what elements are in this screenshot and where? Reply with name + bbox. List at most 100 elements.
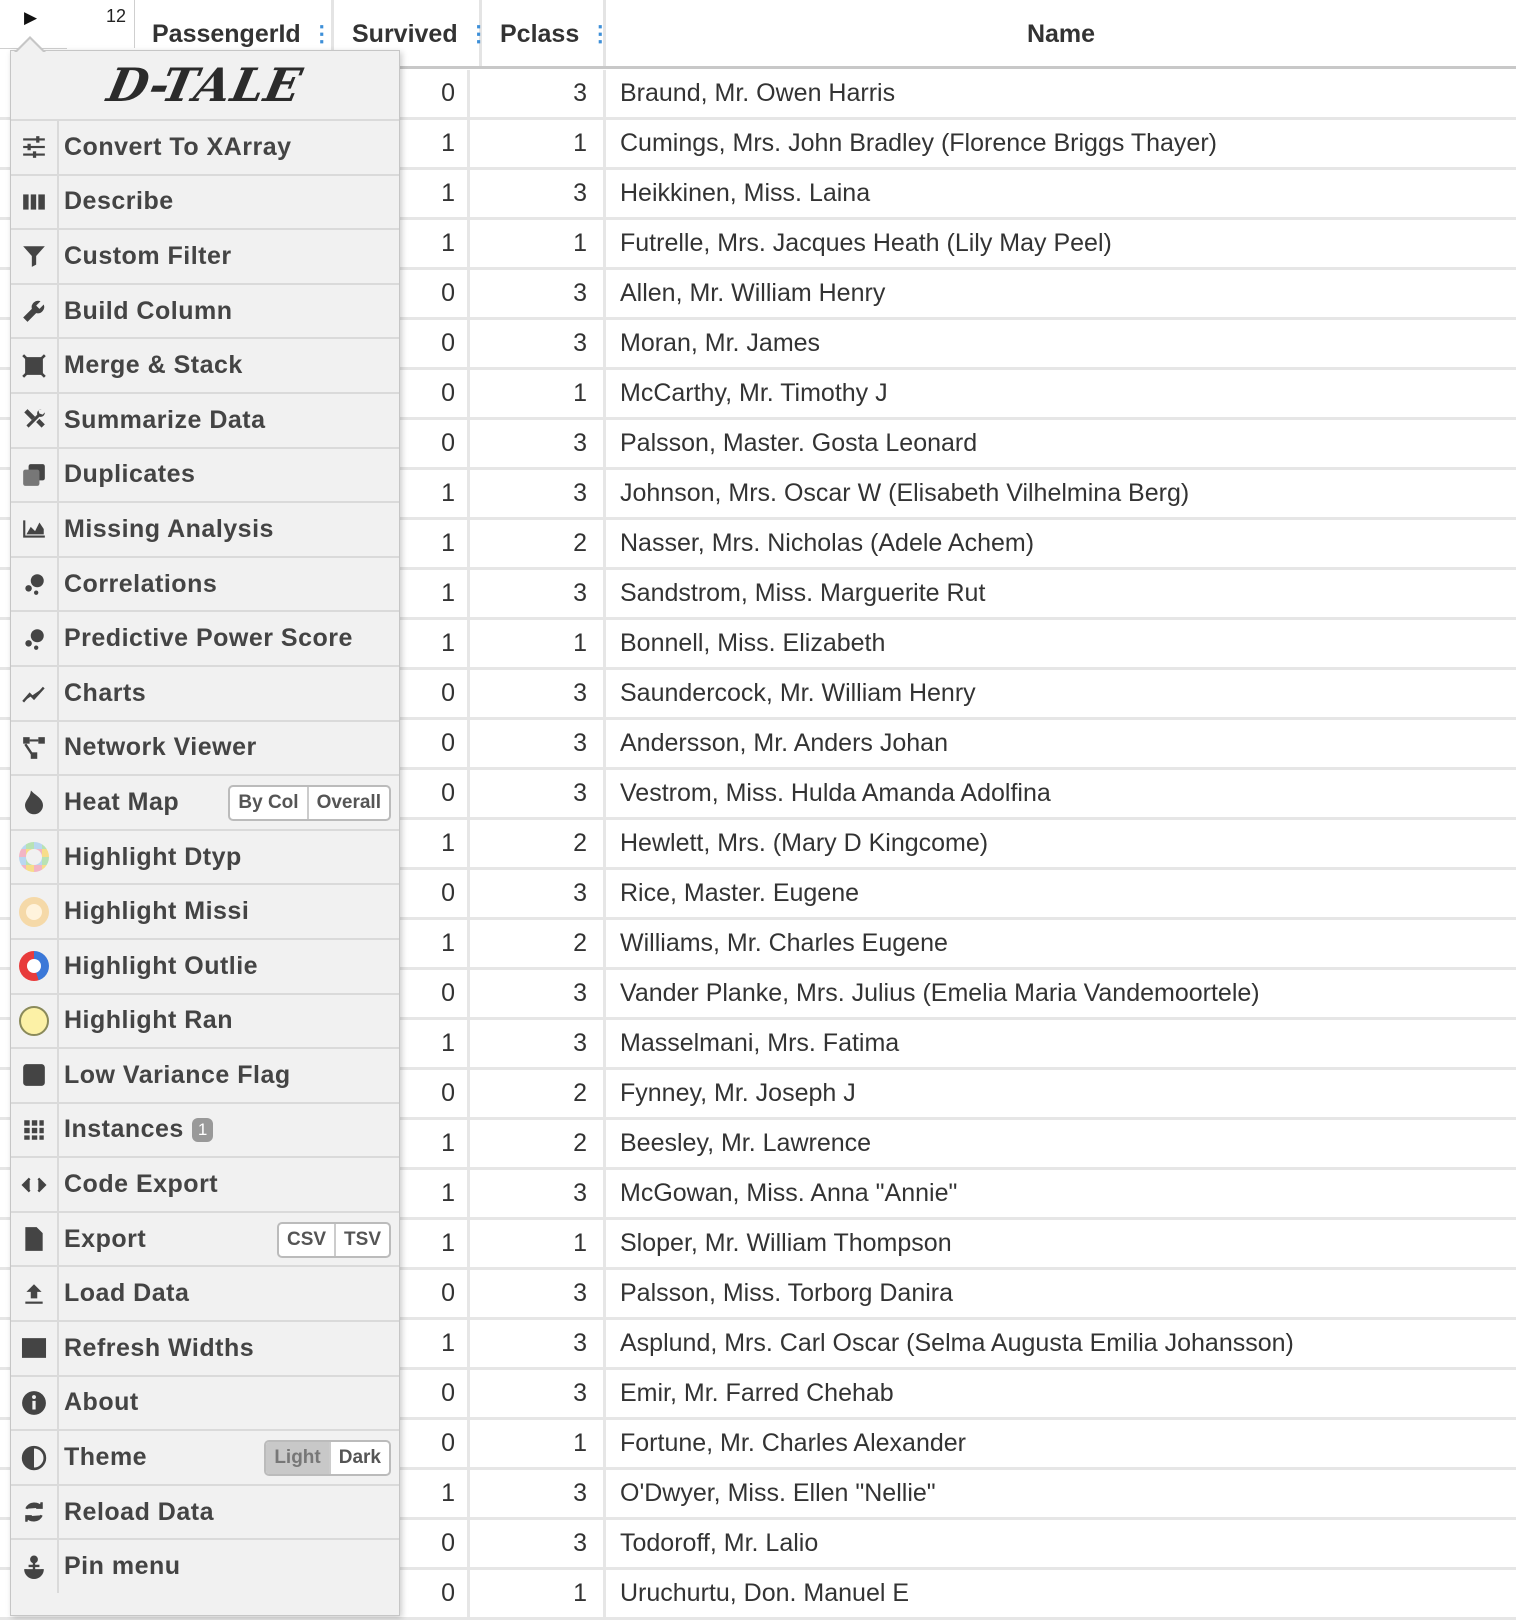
menu-item-highlight-outlie[interactable]: Highlight Outlie (11, 937, 399, 993)
cell-survived[interactable]: 1 (398, 470, 470, 517)
cell-survived[interactable]: 1 (398, 220, 470, 267)
menu-item-describe[interactable]: Describe (11, 173, 399, 229)
cell-pclass[interactable]: 3 (470, 670, 606, 717)
cell-name[interactable]: Saundercock, Mr. William Henry (606, 670, 1516, 717)
cell-pclass[interactable]: 3 (470, 570, 606, 617)
cell-pclass[interactable]: 3 (470, 720, 606, 767)
cell-name[interactable]: Sloper, Mr. William Thompson (606, 1220, 1516, 1267)
cell-survived[interactable]: 0 (398, 670, 470, 717)
cell-survived[interactable]: 1 (398, 820, 470, 867)
cell-pclass[interactable]: 2 (470, 1120, 606, 1167)
cell-pclass[interactable]: 3 (470, 870, 606, 917)
cell-name[interactable]: Allen, Mr. William Henry (606, 270, 1516, 317)
cell-name[interactable]: Sandstrom, Miss. Marguerite Rut (606, 570, 1516, 617)
cell-pclass[interactable]: 1 (470, 370, 606, 417)
cell-name[interactable]: Andersson, Mr. Anders Johan (606, 720, 1516, 767)
menu-item-build-column[interactable]: Build Column (11, 282, 399, 338)
cell-pclass[interactable]: 1 (470, 220, 606, 267)
play-icon[interactable]: ▶ (24, 8, 37, 28)
cell-name[interactable]: Moran, Mr. James (606, 320, 1516, 367)
menu-item-low-variance-flag[interactable]: Low Variance Flag (11, 1047, 399, 1102)
cell-survived[interactable]: 1 (398, 1470, 470, 1517)
menu-item-highlight-ran[interactable]: Highlight Ran (11, 992, 399, 1048)
menu-item-pin-menu[interactable]: Pin menu (11, 1538, 399, 1594)
cell-pclass[interactable]: 3 (470, 1520, 606, 1567)
theme-light-button[interactable]: Light (266, 1442, 331, 1475)
cell-name[interactable]: Braund, Mr. Owen Harris (606, 70, 1516, 117)
cell-pclass[interactable]: 3 (470, 1470, 606, 1517)
export-tsv-button[interactable]: TSV (336, 1224, 389, 1256)
cell-pclass[interactable]: 1 (470, 1220, 606, 1267)
menu-item-convert-to-xarray[interactable]: Convert To XArray (11, 119, 399, 174)
cell-survived[interactable]: 0 (398, 420, 470, 467)
cell-name[interactable]: O'Dwyer, Miss. Ellen "Nellie" (606, 1470, 1516, 1517)
export-csv-button[interactable]: CSV (279, 1223, 337, 1256)
cell-name[interactable]: Todoroff, Mr. Lalio (606, 1520, 1516, 1567)
cell-survived[interactable]: 0 (398, 1420, 470, 1467)
cell-survived[interactable]: 0 (398, 870, 470, 917)
cell-name[interactable]: Asplund, Mrs. Carl Oscar (Selma Augusta … (606, 1320, 1516, 1367)
cell-name[interactable]: Bonnell, Miss. Elizabeth (606, 620, 1516, 667)
cell-survived[interactable]: 1 (398, 170, 470, 217)
cell-survived[interactable]: 1 (398, 1320, 470, 1367)
menu-item-highlight-dtyp[interactable]: Highlight Dtyp (11, 828, 399, 884)
cell-name[interactable]: Masselmani, Mrs. Fatima (606, 1020, 1516, 1067)
menu-item-reload-data[interactable]: Reload Data (11, 1483, 399, 1539)
cell-name[interactable]: Rice, Master. Eugene (606, 870, 1516, 917)
menu-item-code-export[interactable]: Code Export (11, 1156, 399, 1211)
cell-pclass[interactable]: 1 (470, 120, 606, 167)
column-header-name[interactable]: Name (606, 0, 1516, 68)
cell-pclass[interactable]: 3 (470, 770, 606, 817)
cell-survived[interactable]: 1 (398, 120, 470, 167)
cell-survived[interactable]: 0 (398, 1370, 470, 1417)
cell-survived[interactable]: 0 (398, 770, 470, 817)
cell-survived[interactable]: 0 (398, 370, 470, 417)
cell-pclass[interactable]: 2 (470, 1070, 606, 1117)
theme-dark-button[interactable]: Dark (331, 1442, 389, 1474)
cell-survived[interactable]: 0 (398, 1070, 470, 1117)
menu-item-export[interactable]: Export CSV TSV (11, 1210, 399, 1266)
cell-pclass[interactable]: 3 (470, 1020, 606, 1067)
heat-map-by-col-button[interactable]: By Col (230, 787, 309, 820)
cell-pclass[interactable]: 3 (470, 1270, 606, 1317)
cell-name[interactable]: Hewlett, Mrs. (Mary D Kingcome) (606, 820, 1516, 867)
cell-name[interactable]: Beesley, Mr. Lawrence (606, 1120, 1516, 1167)
cell-survived[interactable]: 0 (398, 70, 470, 117)
column-header-pclass[interactable]: Pclass ⋮ (482, 0, 611, 68)
cell-survived[interactable]: 1 (398, 1220, 470, 1267)
menu-item-summarize-data[interactable]: Summarize Data (11, 391, 399, 447)
column-menu-icon[interactable]: ⋮ (311, 21, 333, 47)
cell-pclass[interactable]: 3 (470, 470, 606, 517)
menu-item-missing-analysis[interactable]: Missing Analysis (11, 501, 399, 556)
menu-item-refresh-widths[interactable]: Refresh Widths (11, 1320, 399, 1375)
menu-item-merge-stack[interactable]: Merge & Stack (11, 337, 399, 392)
cell-pclass[interactable]: 3 (470, 170, 606, 217)
cell-survived[interactable]: 0 (398, 720, 470, 767)
menu-item-instances[interactable]: Instances 1 (11, 1101, 399, 1157)
cell-name[interactable]: McGowan, Miss. Anna "Annie" (606, 1170, 1516, 1217)
cell-survived[interactable]: 1 (398, 1020, 470, 1067)
cell-pclass[interactable]: 3 (470, 1170, 606, 1217)
cell-survived[interactable]: 1 (398, 920, 470, 967)
cell-survived[interactable]: 0 (398, 1270, 470, 1317)
cell-name[interactable]: Vestrom, Miss. Hulda Amanda Adolfina (606, 770, 1516, 817)
menu-item-correlations[interactable]: Correlations (11, 555, 399, 611)
cell-name[interactable]: Fortune, Mr. Charles Alexander (606, 1420, 1516, 1467)
menu-item-highlight-missi[interactable]: Highlight Missi (11, 883, 399, 938)
cell-pclass[interactable]: 2 (470, 920, 606, 967)
cell-survived[interactable]: 0 (398, 970, 470, 1017)
cell-survived[interactable]: 1 (398, 1170, 470, 1217)
cell-name[interactable]: Johnson, Mrs. Oscar W (Elisabeth Vilhelm… (606, 470, 1516, 517)
menu-item-charts[interactable]: Charts (11, 664, 399, 720)
cell-name[interactable]: Emir, Mr. Farred Chehab (606, 1370, 1516, 1417)
menu-item-load-data[interactable]: Load Data (11, 1265, 399, 1321)
cell-pclass[interactable]: 3 (470, 270, 606, 317)
cell-name[interactable]: Heikkinen, Miss. Laina (606, 170, 1516, 217)
cell-survived[interactable]: 0 (398, 1520, 470, 1567)
cell-name[interactable]: Futrelle, Mrs. Jacques Heath (Lily May P… (606, 220, 1516, 267)
cell-survived[interactable]: 1 (398, 520, 470, 567)
cell-pclass[interactable]: 3 (470, 320, 606, 367)
cell-pclass[interactable]: 1 (470, 620, 606, 667)
menu-item-theme[interactable]: Theme Light Dark (11, 1429, 399, 1484)
cell-name[interactable]: Cumings, Mrs. John Bradley (Florence Bri… (606, 120, 1516, 167)
